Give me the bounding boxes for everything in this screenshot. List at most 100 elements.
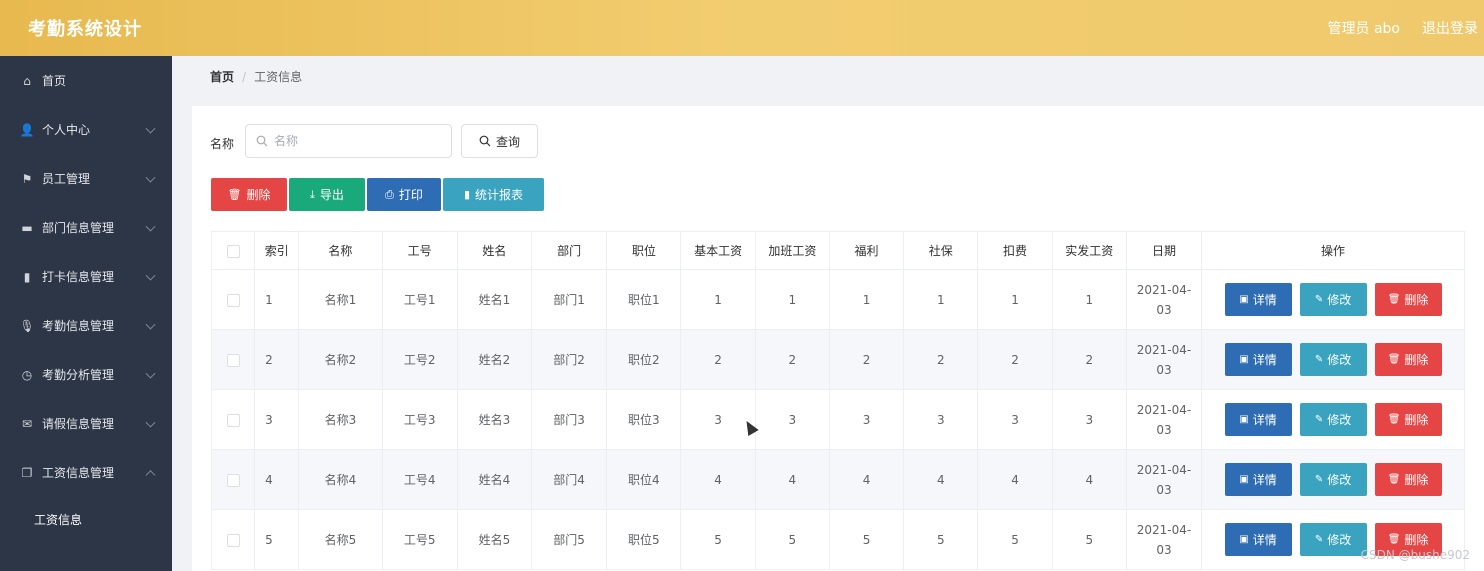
row-checkbox[interactable] [226, 533, 240, 547]
row-checkbox[interactable] [226, 413, 240, 427]
delete-button-label: 删除 [246, 188, 271, 202]
table-cell: 姓名1 [456, 269, 533, 330]
table-cell: 职位3 [606, 389, 682, 450]
sidebar-item-label: 打卡信息管理 [42, 270, 115, 284]
edit-icon: ✎ [1314, 474, 1324, 485]
row-delete-button[interactable]: 🗑 删除 [1374, 283, 1442, 316]
date-line-2: 03 [1156, 302, 1172, 317]
row-edit-button[interactable]: ✎ 修改 [1299, 403, 1367, 436]
table-cell: 姓名5 [456, 509, 533, 570]
sidebar-item-home[interactable]: ⌂ 首页 [0, 56, 172, 105]
print-button[interactable]: ⎙ 打印 [367, 178, 441, 211]
row-detail-label: 详情 [1252, 533, 1277, 547]
table-cell: 1 [680, 269, 756, 330]
ops-cell: ▣ 详情 ✎ 修改 🗑 删除 [1201, 449, 1465, 510]
row-delete-button[interactable]: 🗑 删除 [1374, 403, 1442, 436]
column-header: 日期 [1125, 231, 1203, 270]
row-select-cell[interactable] [210, 509, 256, 570]
table-cell: 3 [977, 389, 1053, 450]
breadcrumb-current: 工资信息 [254, 70, 303, 84]
row-edit-label: 修改 [1327, 473, 1352, 487]
row-select-cell[interactable] [210, 269, 256, 330]
row-edit-button[interactable]: ✎ 修改 [1299, 283, 1367, 316]
query-button[interactable]: 查询 [461, 124, 538, 158]
table-cell: 4 [828, 449, 905, 510]
sidebar-item-attendance-analysis[interactable]: ◷ 考勤分析管理 [0, 350, 172, 399]
row-select-cell[interactable] [210, 449, 256, 510]
row-select-cell[interactable] [210, 389, 256, 450]
column-header: 加班工资 [754, 231, 830, 270]
table-cell: 名称5 [298, 509, 383, 570]
sidebar-item-label: 考勤分析管理 [42, 368, 115, 382]
sidebar-item-label: 工资信息管理 [42, 466, 115, 480]
row-delete-button[interactable]: 🗑 删除 [1374, 343, 1442, 376]
row-detail-button[interactable]: ▣ 详情 [1224, 343, 1292, 376]
flag-icon: ⚑ [21, 171, 33, 186]
table-cell: 名称2 [298, 329, 383, 390]
table-cell: 1 [977, 269, 1053, 330]
select-all-cell[interactable] [210, 231, 256, 270]
table-cell: 5 [1051, 509, 1127, 570]
table-cell: 2 [680, 329, 756, 390]
sidebar-item-salary[interactable]: ❐ 工资信息管理 [0, 448, 172, 497]
sidebar-item-personal-center[interactable]: 👤 个人中心 [0, 105, 172, 154]
search-icon [479, 135, 491, 147]
ops-cell: ▣ 详情 ✎ 修改 🗑 删除 [1201, 269, 1465, 330]
date-line-2: 03 [1156, 422, 1172, 437]
sidebar-item-attendance[interactable]: 🎙 考勤信息管理 [0, 301, 172, 350]
sidebar-item-clockin[interactable]: ▮ 打卡信息管理 [0, 252, 172, 301]
row-edit-button[interactable]: ✎ 修改 [1299, 343, 1367, 376]
delete-button[interactable]: 🗑 删除 [211, 178, 287, 211]
row-delete-label: 删除 [1404, 293, 1429, 307]
row-detail-button[interactable]: ▣ 详情 [1224, 523, 1292, 556]
sidebar-subitem-salary-info[interactable]: 工资信息 [0, 497, 172, 541]
row-detail-button[interactable]: ▣ 详情 [1224, 283, 1292, 316]
row-edit-label: 修改 [1327, 413, 1352, 427]
sidebar-item-leave[interactable]: ✉ 请假信息管理 [0, 399, 172, 448]
table-cell: 工号2 [381, 329, 458, 390]
table-cell: 1 [754, 269, 830, 330]
table-cell: 3 [680, 389, 756, 450]
breadcrumb-separator: / [242, 69, 247, 84]
sidebar-item-label: 员工管理 [42, 172, 91, 186]
row-select-cell[interactable] [210, 329, 256, 390]
date-line-2: 03 [1156, 542, 1172, 557]
search-field[interactable] [245, 124, 452, 158]
row-edit-button[interactable]: ✎ 修改 [1299, 463, 1367, 496]
table-cell: 工号1 [381, 269, 458, 330]
row-delete-button[interactable]: 🗑 删除 [1374, 463, 1442, 496]
search-input[interactable] [274, 134, 434, 148]
row-checkbox[interactable] [226, 353, 240, 367]
logout-link[interactable]: 退出登录 [1422, 18, 1478, 38]
table-body: 1 名称1 工号1 姓名1 部门1 职位1 1 1 1 1 1 1 2021-04- 03 ▣ 详情 ✎ 修改 🗑 删… [210, 269, 1465, 570]
watermark: CSDN @bushe902 [1360, 548, 1470, 562]
row-checkbox[interactable] [226, 293, 240, 307]
chevron-down-icon [145, 270, 156, 281]
table-cell: 4 [254, 449, 300, 510]
sidebar-item-employee[interactable]: ⚑ 员工管理 [0, 154, 172, 203]
row-edit-button[interactable]: ✎ 修改 [1299, 523, 1367, 556]
table-cell: 部门4 [530, 449, 608, 510]
table-cell: 5 [254, 509, 300, 570]
select-all-checkbox[interactable] [226, 244, 240, 258]
current-user: 管理员 abo [1327, 21, 1400, 37]
breadcrumb: 首页 / 工资信息 [210, 68, 302, 85]
table-row: 2 名称2 工号2 姓名2 部门2 职位2 2 2 2 2 2 2 2021-04- 03 ▣ 详情 ✎ 修改 🗑 删… [210, 329, 1465, 390]
row-detail-button[interactable]: ▣ 详情 [1224, 403, 1292, 436]
row-detail-button[interactable]: ▣ 详情 [1224, 463, 1292, 496]
report-button[interactable]: ▮ 统计报表 [443, 178, 544, 211]
sidebar-item-department[interactable]: ▬ 部门信息管理 [0, 203, 172, 252]
breadcrumb-home[interactable]: 首页 [210, 68, 234, 85]
table-cell: 姓名2 [456, 329, 533, 390]
row-checkbox[interactable] [226, 473, 240, 487]
search-icon [256, 135, 268, 147]
table-cell: 名称4 [298, 449, 383, 510]
table-cell: 1 [828, 269, 905, 330]
table-cell: 工号5 [381, 509, 458, 570]
table-row: 1 名称1 工号1 姓名1 部门1 职位1 1 1 1 1 1 1 2021-04- 03 ▣ 详情 ✎ 修改 🗑 删… [210, 269, 1465, 330]
row-edit-label: 修改 [1327, 533, 1352, 547]
export-button[interactable]: ⤓ 导出 [289, 178, 365, 211]
table-cell: 职位4 [606, 449, 682, 510]
table-cell: 1 [903, 269, 979, 330]
header-user-area: 管理员 abo 退出登录 [1306, 18, 1478, 38]
